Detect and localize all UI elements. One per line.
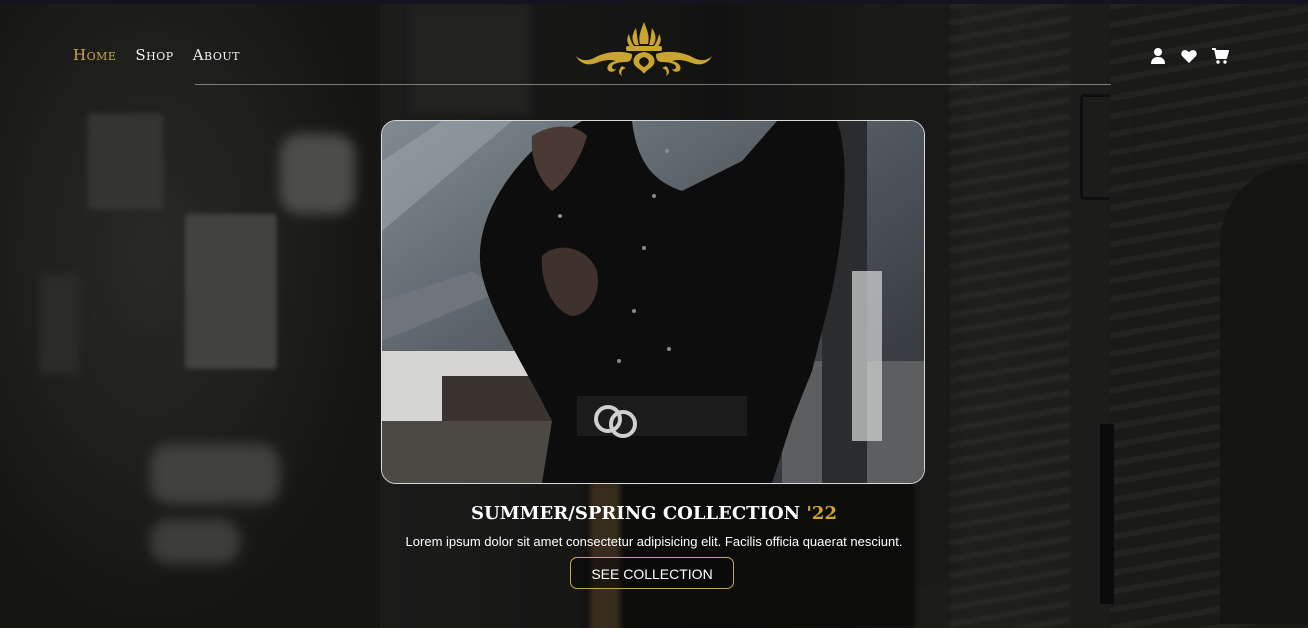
header-divider bbox=[195, 84, 1111, 85]
hero-description: Lorem ipsum dolor sit amet consectetur a… bbox=[405, 534, 903, 549]
cart-icon[interactable] bbox=[1211, 47, 1229, 65]
ornamental-crest-icon[interactable] bbox=[574, 20, 714, 78]
nav-home-link[interactable]: Home bbox=[73, 46, 116, 64]
hero-photo bbox=[382, 121, 924, 483]
see-collection-button[interactable]: SEE COLLECTION bbox=[570, 557, 734, 589]
heart-icon[interactable] bbox=[1180, 47, 1198, 65]
header-actions bbox=[1149, 47, 1229, 65]
nav-shop-link[interactable]: Shop bbox=[135, 46, 173, 64]
hero-title-year: '22 bbox=[806, 503, 837, 524]
hero-image bbox=[381, 120, 925, 484]
main-nav: Home Shop About bbox=[73, 46, 240, 64]
hero-title-text: SUMMER/SPRING COLLECTION bbox=[471, 503, 801, 524]
user-icon[interactable] bbox=[1149, 47, 1167, 65]
hero-title: SUMMER/SPRING COLLECTION '22 bbox=[0, 503, 1308, 524]
nav-about-link[interactable]: About bbox=[193, 46, 240, 64]
